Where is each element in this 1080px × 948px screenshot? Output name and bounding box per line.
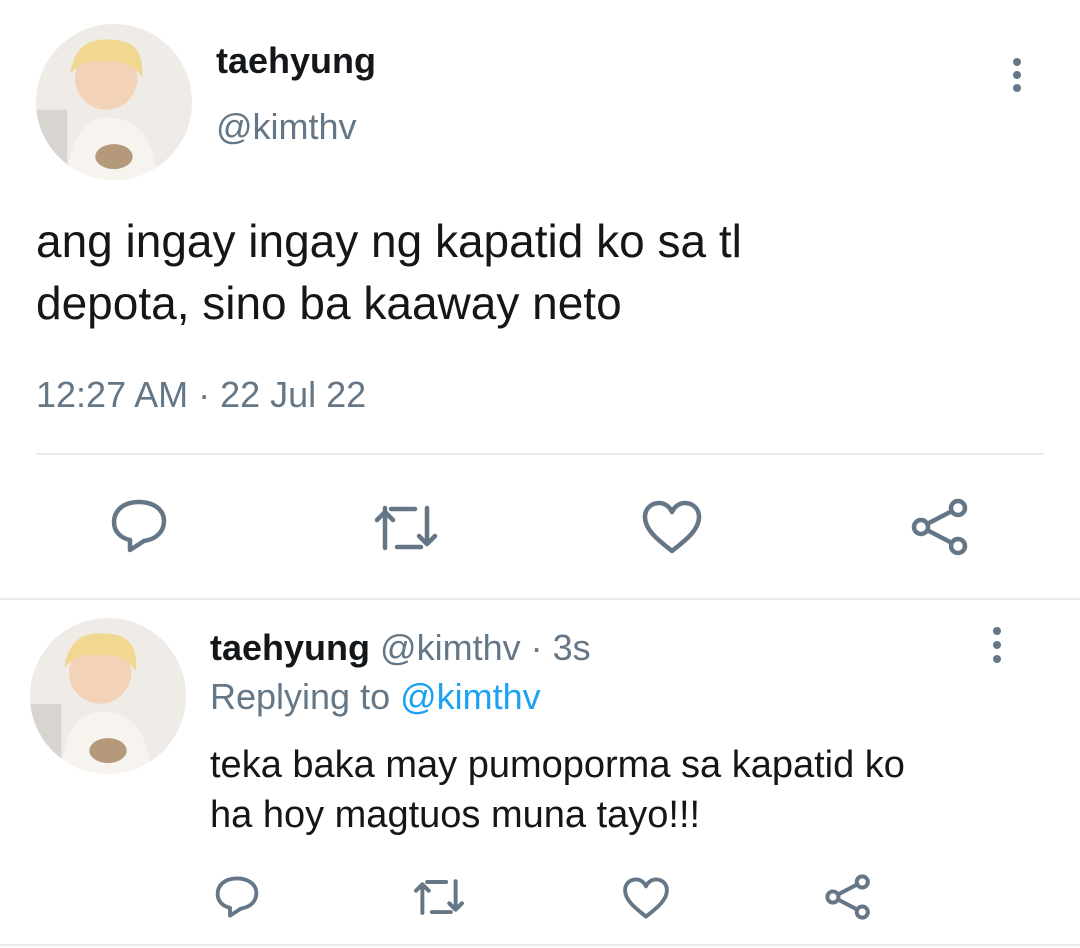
bottom-divider <box>0 944 1080 946</box>
reply-avatar[interactable] <box>30 618 186 774</box>
main-share-button[interactable] <box>910 498 970 556</box>
like-icon <box>642 500 702 554</box>
like-icon <box>623 877 669 919</box>
share-icon <box>911 498 968 556</box>
reply-text-line1: teka baka may pumoporma sa kapatid ko <box>210 744 905 786</box>
replying-handle-link[interactable]: @kimthv <box>400 676 541 717</box>
reply-reply-button[interactable] <box>213 874 261 920</box>
dot <box>1013 71 1021 79</box>
tweet-separator <box>0 598 1080 600</box>
reply-display-name[interactable]: taehyung <box>210 627 370 668</box>
main-tweet-text-line1: ang ingay ingay ng kapatid ko sa tl <box>36 215 742 267</box>
avatar-photo <box>36 24 192 180</box>
avatar-photo <box>30 618 186 774</box>
reply-text-line2: ha hoy magtuos muna tayo!!! <box>210 794 701 836</box>
share-icon <box>825 874 870 920</box>
main-tweet-text-line2: depota, sino ba kaaway neto <box>36 277 622 329</box>
retweet-icon <box>374 505 438 551</box>
main-display-name[interactable]: taehyung <box>216 40 376 82</box>
replying-prefix: Replying to <box>210 676 391 717</box>
main-reply-button[interactable] <box>108 497 170 555</box>
reply-time[interactable]: 3s <box>553 627 591 668</box>
main-handle[interactable]: @kimthv <box>216 106 357 148</box>
reply-like-button[interactable] <box>622 876 670 920</box>
main-timestamp[interactable]: 12:27 AM · 22 Jul 22 <box>36 374 366 416</box>
retweet-icon <box>414 879 464 915</box>
reply-icon <box>111 499 167 553</box>
dot <box>993 641 1001 649</box>
reply-icon <box>215 876 259 918</box>
reply-share-button[interactable] <box>824 874 872 920</box>
reply-header: taehyung @kimthv · 3s <box>210 627 591 669</box>
reply-separator: · <box>530 627 543 668</box>
replying-to: Replying to @kimthv <box>210 676 541 718</box>
main-more-button[interactable] <box>1005 58 1029 92</box>
vertical-dots-icon <box>1013 58 1021 66</box>
dot <box>1013 84 1021 92</box>
main-avatar[interactable] <box>36 24 192 180</box>
main-like-button[interactable] <box>641 499 703 555</box>
reply-more-button[interactable] <box>985 627 1009 663</box>
main-divider <box>36 453 1044 455</box>
dot <box>993 655 1001 663</box>
vertical-dots-icon <box>993 627 1001 635</box>
reply-handle[interactable]: @kimthv <box>380 627 521 668</box>
reply-retweet-button[interactable] <box>411 878 467 916</box>
main-retweet-button[interactable] <box>371 504 441 552</box>
